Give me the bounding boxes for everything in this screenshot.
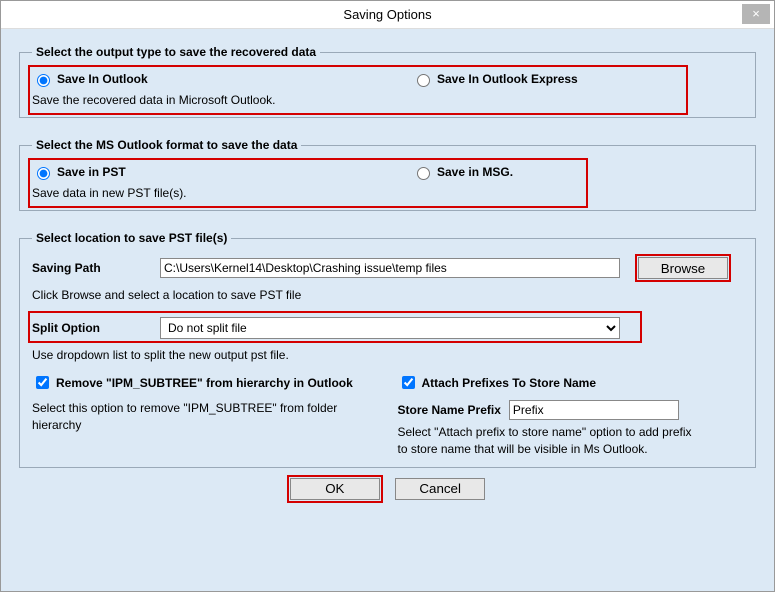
outlook-format-legend: Select the MS Outlook format to save the… (32, 138, 301, 152)
window-title: Saving Options (343, 7, 431, 22)
split-option-label: Split Option (32, 321, 160, 335)
save-in-outlook-express-label: Save In Outlook Express (437, 72, 578, 86)
saving-options-dialog: Saving Options × Select the output type … (0, 0, 775, 592)
save-in-outlook-label: Save In Outlook (57, 72, 148, 86)
browse-hint: Click Browse and select a location to sa… (32, 287, 743, 303)
cancel-button[interactable]: Cancel (395, 478, 485, 500)
remove-ipm-checkbox[interactable] (36, 376, 49, 389)
split-option-select[interactable]: Do not split file (160, 317, 620, 339)
titlebar: Saving Options × (1, 1, 774, 29)
store-prefix-label: Store Name Prefix (398, 403, 501, 417)
ok-button[interactable]: OK (290, 478, 380, 500)
output-type-desc: Save the recovered data in Microsoft Out… (32, 93, 743, 107)
dialog-body: Select the output type to save the recov… (1, 29, 774, 591)
saving-path-input[interactable] (160, 258, 620, 278)
save-in-msg-label: Save in MSG. (437, 165, 513, 179)
attach-prefix-checkbox[interactable] (402, 376, 415, 389)
save-in-pst-label: Save in PST (57, 165, 126, 179)
save-in-outlook-express-radio[interactable] (417, 74, 430, 87)
split-hint: Use dropdown list to split the new outpu… (32, 347, 743, 363)
attach-prefix-hint: Select "Attach prefix to store name" opt… (398, 424, 698, 456)
close-icon[interactable]: × (742, 4, 770, 24)
output-type-group: Select the output type to save the recov… (19, 45, 756, 118)
save-in-outlook-radio[interactable] (37, 74, 50, 87)
attach-prefix-label: Attach Prefixes To Store Name (422, 376, 597, 390)
output-type-legend: Select the output type to save the recov… (32, 45, 320, 59)
outlook-format-desc: Save data in new PST file(s). (32, 186, 743, 200)
saving-path-label: Saving Path (32, 261, 160, 275)
save-location-group: Select location to save PST file(s) Savi… (19, 231, 756, 468)
browse-button[interactable]: Browse (638, 257, 728, 279)
save-location-legend: Select location to save PST file(s) (32, 231, 231, 245)
save-in-msg-radio[interactable] (417, 167, 430, 180)
dialog-buttons: OK Cancel (19, 478, 756, 500)
outlook-format-group: Select the MS Outlook format to save the… (19, 138, 756, 211)
remove-ipm-hint: Select this option to remove "IPM_SUBTRE… (32, 400, 352, 432)
store-prefix-input[interactable] (509, 400, 679, 420)
remove-ipm-label: Remove "IPM_SUBTREE" from hierarchy in O… (56, 376, 353, 390)
save-in-pst-radio[interactable] (37, 167, 50, 180)
